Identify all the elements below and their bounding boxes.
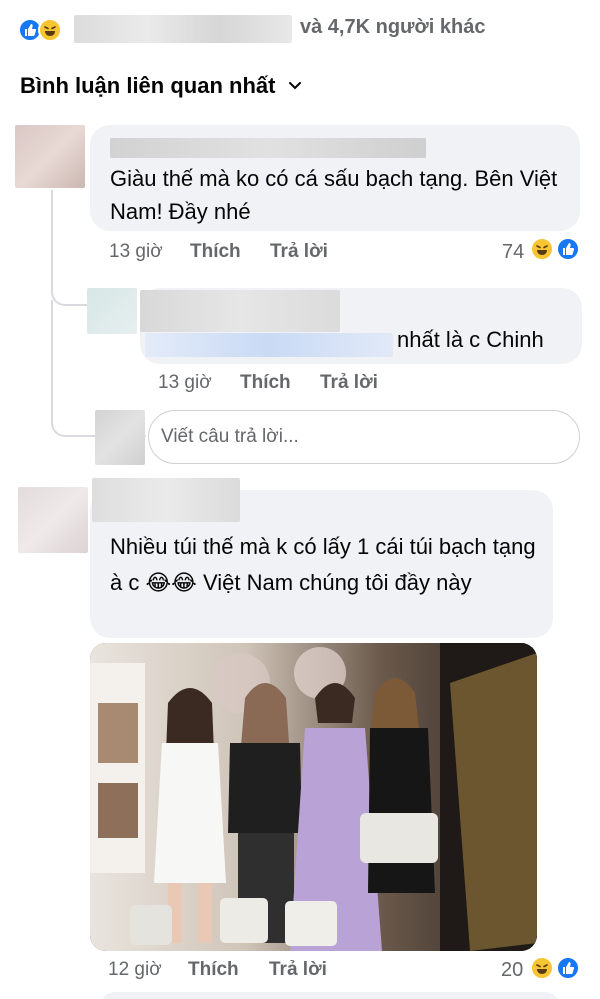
current-user-avatar xyxy=(95,410,145,465)
comment-text: Giàu thế mà ko có cá sấu bạch tạng. Bên … xyxy=(110,166,558,224)
haha-reaction-icon xyxy=(38,18,62,42)
avatar[interactable] xyxy=(15,125,85,188)
comment-time[interactable]: 12 giờ xyxy=(108,959,162,981)
like-button[interactable]: Thích xyxy=(188,959,239,981)
chevron-down-icon xyxy=(287,73,303,99)
reactions-summary-text[interactable]: và 4,7K người khác xyxy=(300,16,485,39)
reply-button[interactable]: Trả lời xyxy=(269,959,327,981)
reply-text: nhất là c Chinh xyxy=(397,327,544,352)
reply-time[interactable]: 13 giờ xyxy=(158,372,212,394)
sort-selector[interactable]: Bình luận liên quan nhất xyxy=(20,73,303,99)
next-comment-bubble xyxy=(100,992,560,999)
haha-icon xyxy=(530,237,554,261)
reply-avatar[interactable] xyxy=(87,288,137,334)
reply-like-button[interactable]: Thích xyxy=(240,372,291,394)
haha-icon xyxy=(530,956,554,980)
reaction-count[interactable]: 74 xyxy=(502,241,524,264)
reply-name-blurred[interactable] xyxy=(140,290,340,332)
reaction-count[interactable]: 20 xyxy=(501,959,523,982)
avatar[interactable] xyxy=(18,487,88,553)
reply-reply-button[interactable]: Trả lời xyxy=(320,372,378,394)
commenter-name-blurred[interactable] xyxy=(110,138,426,158)
comment-time[interactable]: 13 giờ xyxy=(109,241,163,263)
sort-label: Bình luận liên quan nhất xyxy=(20,73,276,98)
like-button[interactable]: Thích xyxy=(190,241,241,263)
like-icon xyxy=(556,956,580,980)
blurred-names xyxy=(74,15,292,43)
comment-text: Nhiều túi thế mà k có lấy 1 cái túi bạch… xyxy=(110,534,536,595)
reply-button[interactable]: Trả lời xyxy=(270,241,328,263)
reply-input-placeholder: Viết câu trả lời... xyxy=(161,426,299,447)
thread-connector xyxy=(51,270,91,306)
thread-line xyxy=(51,300,53,410)
tagged-name-blurred[interactable] xyxy=(145,333,393,357)
comment-photo[interactable] xyxy=(90,643,537,951)
like-icon xyxy=(556,237,580,261)
reply-input[interactable]: Viết câu trả lời... xyxy=(148,410,580,464)
commenter-name-blurred[interactable] xyxy=(92,478,240,522)
